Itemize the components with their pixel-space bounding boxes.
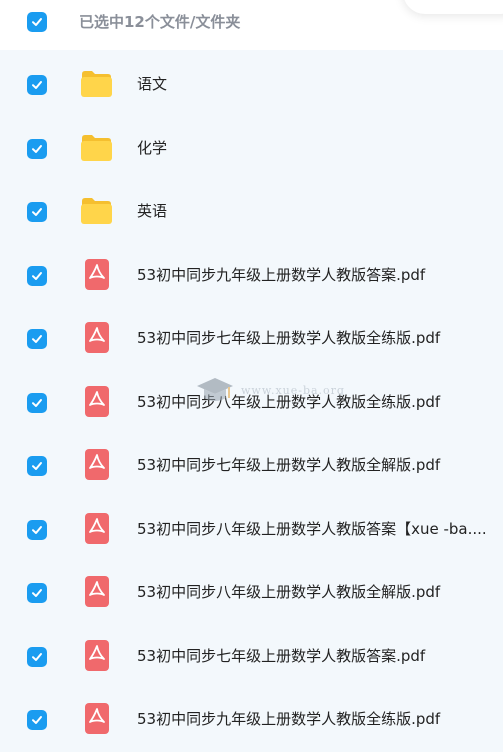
file-row[interactable]: 化学	[0, 117, 503, 181]
file-checkbox[interactable]	[27, 710, 47, 730]
file-checkbox[interactable]	[27, 456, 47, 476]
check-icon	[32, 18, 42, 26]
file-name: 53初中同步七年级上册数学人教版全解版.pdf	[137, 456, 441, 474]
check-icon	[32, 652, 42, 661]
file-list: 语文化学英语 53初中同步九年级上册数学人教版答案.pdf 53初中同步七年级上册数…	[0, 53, 503, 752]
file-name: 53初中同步七年级上册数学人教版全练版.pdf	[137, 329, 441, 347]
folder-icon	[80, 70, 113, 98]
check-icon	[32, 589, 42, 597]
check-icon	[32, 716, 42, 724]
check-icon	[32, 525, 42, 534]
file-name: 53初中同步八年级上册数学人教版全解版.pdf	[137, 583, 441, 601]
pdf-icon	[85, 512, 109, 544]
pdf-icon	[85, 258, 109, 290]
file-name: 53初中同步八年级上册数学人教版全练版.pdf	[137, 392, 441, 411]
file-name: 53初中同步八年级上册数学人教版答案【xue -ba....	[137, 519, 487, 538]
check-icon	[32, 81, 42, 89]
file-checkbox[interactable]	[27, 583, 47, 603]
check-icon	[32, 398, 42, 407]
file-checkbox[interactable]	[27, 265, 47, 286]
file-checkbox[interactable]	[27, 646, 47, 667]
file-name: 化学	[137, 138, 168, 157]
file-row[interactable]: 53初中同步八年级上册数学人教版全解版.pdf	[0, 561, 503, 625]
file-checkbox[interactable]	[27, 138, 47, 159]
file-row[interactable]: 53初中同步七年级上册数学人教版全练版.pdf	[0, 307, 503, 371]
file-row[interactable]: 53初中同步八年级上册数学人教版答案【xue -ba....	[0, 498, 503, 562]
file-checkbox[interactable]	[27, 329, 47, 349]
check-icon	[32, 335, 42, 343]
pdf-icon	[85, 576, 109, 607]
check-icon	[32, 144, 42, 153]
file-name: 53初中同步九年级上册数学人教版答案.pdf	[137, 265, 426, 284]
folder-icon	[80, 197, 113, 225]
check-icon	[32, 208, 42, 216]
file-checkbox[interactable]	[27, 202, 47, 222]
selection-header: 已选中12个文件/文件夹	[0, 0, 503, 50]
file-row[interactable]: 53初中同步九年级上册数学人教版答案.pdf	[0, 244, 503, 308]
file-row[interactable]: 英语	[0, 180, 503, 244]
check-icon	[32, 462, 42, 470]
pdf-icon	[85, 703, 109, 734]
pdf-icon	[85, 322, 109, 353]
file-row[interactable]: 53初中同步八年级上册数学人教版全练版.pdf	[0, 371, 503, 435]
pdf-icon	[85, 449, 109, 480]
select-all-checkbox[interactable]	[27, 12, 47, 32]
pdf-icon	[85, 385, 109, 417]
file-checkbox[interactable]	[27, 519, 47, 540]
file-row[interactable]: 53初中同步七年级上册数学人教版答案.pdf	[0, 625, 503, 689]
file-checkbox[interactable]	[27, 75, 47, 95]
file-row[interactable]: 53初中同步七年级上册数学人教版全解版.pdf	[0, 434, 503, 498]
file-row[interactable]: 语文	[0, 53, 503, 117]
file-checkbox[interactable]	[27, 392, 47, 413]
file-name: 语文	[137, 75, 168, 93]
file-name: 53初中同步九年级上册数学人教版全练版.pdf	[137, 710, 441, 728]
folder-icon	[80, 134, 113, 162]
file-name: 英语	[137, 202, 168, 220]
file-name: 53初中同步七年级上册数学人教版答案.pdf	[137, 646, 426, 665]
selection-count-title: 已选中12个文件/文件夹	[79, 13, 241, 31]
header-floating-pill	[403, 0, 503, 14]
check-icon	[32, 271, 42, 280]
pdf-icon	[85, 639, 109, 671]
